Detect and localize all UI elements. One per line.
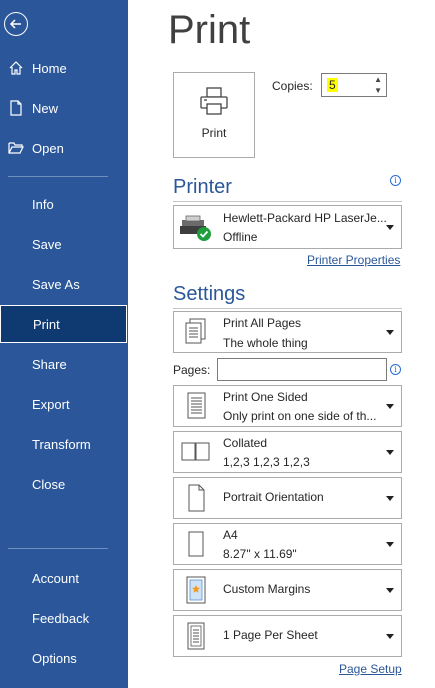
nav-save[interactable]: Save <box>0 226 128 262</box>
nav-open-label: Open <box>32 140 64 156</box>
pages-stack-icon <box>178 314 214 350</box>
section-divider <box>173 201 402 202</box>
spin-up-icon[interactable]: ▲ <box>374 75 382 84</box>
nav-save-as[interactable]: Save As <box>0 266 128 302</box>
portrait-page-icon <box>178 480 214 516</box>
home-icon <box>8 60 24 76</box>
orientation-line1: Portrait Orientation <box>223 490 324 504</box>
chevron-down-icon <box>386 330 394 335</box>
folder-open-icon <box>8 140 24 156</box>
nav-print-label: Print <box>33 316 60 332</box>
nav-divider-bottom <box>8 548 108 549</box>
nav-export[interactable]: Export <box>0 386 128 422</box>
custom-margins-icon <box>178 572 214 608</box>
nav-share-label: Share <box>32 356 67 372</box>
nav-options-label: Options <box>32 650 77 666</box>
chevron-down-icon <box>386 450 394 455</box>
nav-new-label: New <box>32 100 59 116</box>
page-title: Print <box>168 8 251 52</box>
nav-account-label: Account <box>32 570 79 586</box>
print-button[interactable]: Print <box>173 72 255 158</box>
paper-size-icon <box>178 526 214 562</box>
nav-print[interactable]: Print <box>0 305 127 343</box>
printer-status: Offline <box>223 230 258 244</box>
print-range-line1: Print All Pages <box>223 316 302 330</box>
nav-transform[interactable]: Transform <box>0 426 128 462</box>
chevron-down-icon <box>386 542 394 547</box>
nav-divider <box>8 176 108 177</box>
chevron-down-icon <box>386 496 394 501</box>
printer-select[interactable]: Hewlett-Packard HP LaserJe... Offline <box>173 205 402 249</box>
printer-properties-link[interactable]: Printer Properties <box>307 253 400 267</box>
collation-select[interactable]: Collated 1,2,3 1,2,3 1,2,3 <box>173 431 402 473</box>
settings-heading: Settings <box>173 283 246 305</box>
nav-save-as-label: Save As <box>32 276 80 292</box>
paper-size-line2: 8.27" x 11.69" <box>223 547 297 561</box>
copies-value[interactable]: 5 <box>327 78 338 92</box>
page-per-sheet-icon <box>178 618 214 654</box>
nav-open[interactable]: Open <box>0 130 128 166</box>
chevron-down-icon <box>386 634 394 639</box>
print-button-label: Print <box>201 126 227 140</box>
back-button[interactable] <box>4 12 28 36</box>
paper-size-select[interactable]: A4 8.27" x 11.69" <box>173 523 402 565</box>
info-icon[interactable]: i <box>390 175 401 186</box>
nav-options[interactable]: Options <box>0 640 128 676</box>
backstage-sidebar: Home New Open Info Save Save As Print Sh… <box>0 0 128 688</box>
sides-select[interactable]: Print One Sided Only print on one side o… <box>173 385 402 427</box>
chevron-down-icon <box>386 225 394 230</box>
back-arrow-icon <box>9 19 21 29</box>
pages-label: Pages: <box>173 363 211 377</box>
info-icon[interactable]: i <box>390 364 401 375</box>
nav-home[interactable]: Home <box>0 50 128 86</box>
chevron-down-icon <box>386 404 394 409</box>
new-document-icon <box>8 100 24 116</box>
pages-input[interactable] <box>217 358 387 381</box>
one-sided-icon <box>178 388 214 424</box>
collated-icon <box>178 434 214 470</box>
print-range-line2: The whole thing <box>223 336 308 350</box>
nav-transform-label: Transform <box>32 436 91 452</box>
nav-account[interactable]: Account <box>0 560 128 596</box>
nav-export-label: Export <box>32 396 70 412</box>
paper-size-line1: A4 <box>223 528 238 542</box>
printer-icon <box>198 85 230 122</box>
copies-spinner[interactable]: 5 ▲ ▼ <box>321 73 387 97</box>
nav-share[interactable]: Share <box>0 346 128 382</box>
nav-home-label: Home <box>32 60 67 76</box>
printer-heading: Printer <box>173 176 232 198</box>
nav-new[interactable]: New <box>0 90 128 126</box>
nav-feedback-label: Feedback <box>32 610 90 626</box>
nav-close-label: Close <box>32 476 66 492</box>
pages-per-sheet-select[interactable]: 1 Page Per Sheet <box>173 615 402 657</box>
margins-line1: Custom Margins <box>223 582 311 596</box>
nav-info-label: Info <box>32 196 54 212</box>
nav-feedback[interactable]: Feedback <box>0 600 128 636</box>
printer-status-icon <box>178 209 214 245</box>
orientation-select[interactable]: Portrait Orientation <box>173 477 402 519</box>
spin-down-icon[interactable]: ▼ <box>374 86 382 95</box>
print-range-select[interactable]: Print All Pages The whole thing <box>173 311 402 353</box>
copies-label: Copies: <box>272 79 313 93</box>
pages-per-sheet-line1: 1 Page Per Sheet <box>223 628 318 642</box>
margins-select[interactable]: Custom Margins <box>173 569 402 611</box>
printer-name: Hewlett-Packard HP LaserJe... <box>223 211 387 225</box>
sides-line2: Only print on one side of th... <box>223 409 377 423</box>
collation-line2: 1,2,3 1,2,3 1,2,3 <box>223 455 310 469</box>
nav-save-label: Save <box>32 236 62 252</box>
page-setup-link[interactable]: Page Setup <box>339 662 402 676</box>
chevron-down-icon <box>386 588 394 593</box>
sides-line1: Print One Sided <box>223 390 308 404</box>
section-divider <box>173 308 402 309</box>
collation-line1: Collated <box>223 436 268 450</box>
nav-info[interactable]: Info <box>0 186 128 222</box>
nav-close[interactable]: Close <box>0 466 128 502</box>
